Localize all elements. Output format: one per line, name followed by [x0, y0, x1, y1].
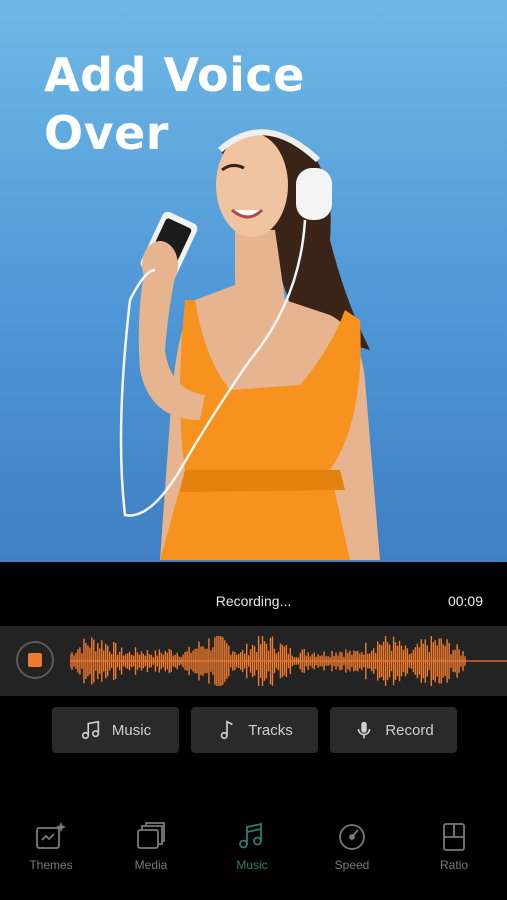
hero-banner: Add Voice Over	[0, 0, 507, 562]
tab-music[interactable]: Music	[212, 820, 292, 872]
tab-speed[interactable]: Speed	[312, 820, 392, 872]
tracks-button-label: Tracks	[248, 721, 293, 739]
waveform-panel	[0, 626, 507, 696]
tab-themes-label: Themes	[29, 858, 73, 872]
media-icon	[137, 822, 165, 849]
app-screen: Add Voice Over Recording... 00:09 Music …	[0, 0, 507, 900]
tab-ratio-label: Ratio	[439, 858, 468, 872]
tab-music-label: Music	[236, 858, 268, 872]
tab-ratio[interactable]: Ratio	[414, 820, 494, 872]
stop-record-button[interactable]	[16, 641, 54, 679]
music-button-label: Music	[111, 721, 152, 739]
music-note-icon	[239, 822, 262, 849]
stop-icon	[28, 653, 42, 667]
recording-status: Recording...	[215, 593, 292, 609]
tracks-button[interactable]: Tracks	[191, 707, 318, 753]
music-note-icon	[81, 720, 100, 740]
themes-icon	[36, 822, 66, 849]
recording-timer: 00:09	[447, 593, 483, 609]
ratio-icon	[443, 823, 465, 851]
tab-themes[interactable]: Themes	[11, 820, 91, 872]
single-note-icon	[220, 720, 234, 740]
microphone-icon	[357, 721, 371, 739]
audio-waveform	[70, 636, 507, 686]
music-button[interactable]: Music	[52, 707, 179, 753]
recording-status-row: Recording... 00:09	[0, 583, 507, 617]
tab-speed-label: Speed	[334, 858, 370, 872]
bottom-tab-bar: Themes Media Music Speed Ratio	[0, 820, 507, 886]
hero-title: Add Voice Over	[44, 48, 305, 160]
record-button-label: Record	[385, 721, 434, 739]
tab-media-label: Media	[134, 858, 168, 872]
speed-icon	[339, 824, 365, 850]
record-button[interactable]: Record	[330, 707, 457, 753]
tab-media[interactable]: Media	[111, 820, 191, 872]
